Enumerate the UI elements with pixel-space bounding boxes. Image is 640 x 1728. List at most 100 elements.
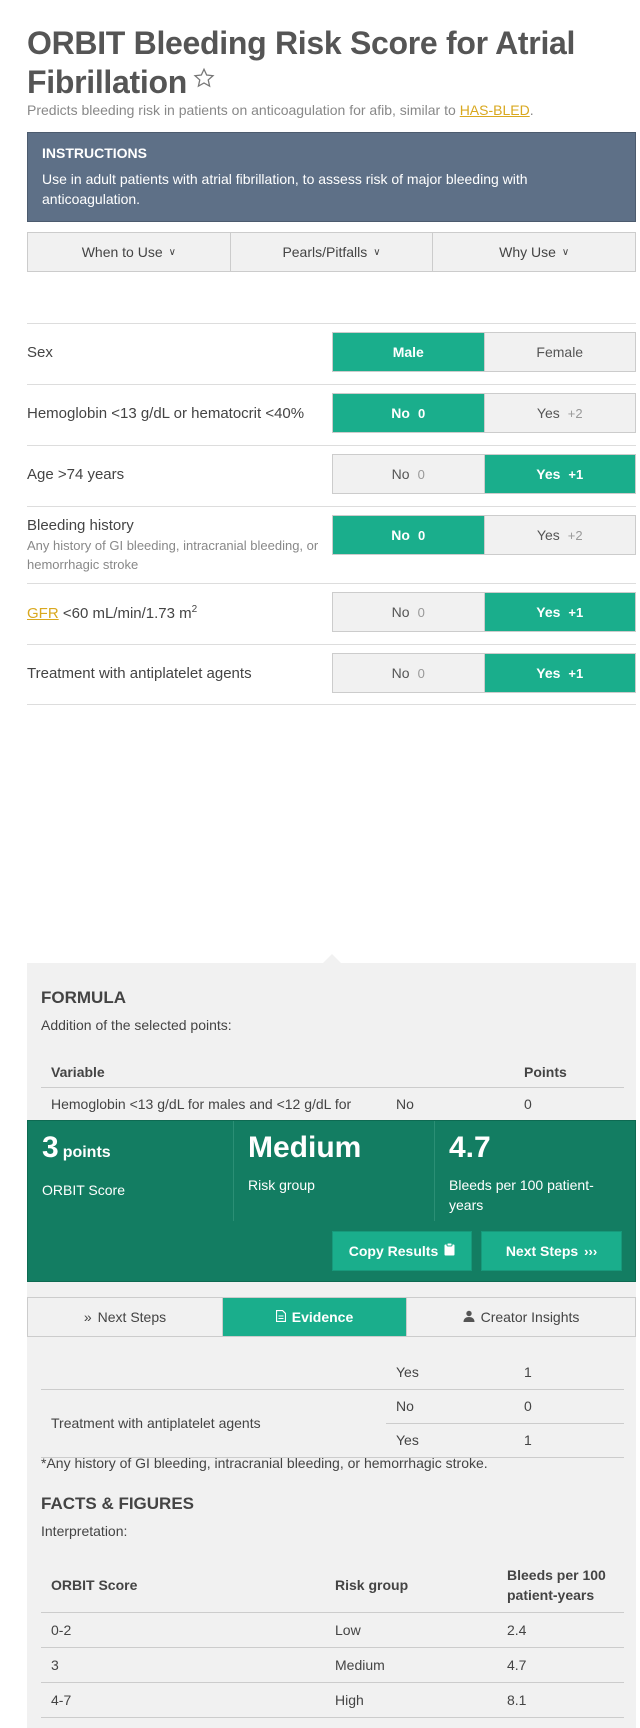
option-no[interactable]: No 0	[333, 593, 484, 631]
option-yes[interactable]: Yes +2	[483, 394, 635, 432]
col-answer	[386, 1057, 514, 1088]
gfr-link[interactable]: GFR	[27, 605, 59, 622]
option-no[interactable]: No 0	[333, 394, 484, 432]
divider	[27, 704, 636, 705]
option-no[interactable]: No 0	[333, 455, 484, 493]
instructions-panel: INSTRUCTIONS Use in adult patients with …	[27, 132, 636, 222]
formula-table: Variable Points Hemoglobin <13 g/dL for …	[41, 1057, 624, 1122]
col-orbit-score: ORBIT Score	[41, 1558, 325, 1613]
table-row: Hemoglobin <13 g/dL for males and <12 g/…	[41, 1087, 624, 1122]
option-points: +1	[568, 466, 584, 482]
option-points: 0	[417, 665, 425, 681]
superscript: 2	[191, 604, 198, 615]
facts-text: Interpretation:	[41, 1523, 128, 1539]
col-risk-group: Risk group	[325, 1558, 497, 1613]
antiplatelet-toggle: No 0 Yes +1	[332, 653, 636, 693]
table-row: 0-2 Low 2.4	[41, 1612, 624, 1648]
option-no[interactable]: No 0	[333, 516, 484, 554]
option-text: Female	[536, 344, 584, 360]
result-risk-value: Medium	[248, 1131, 362, 1164]
tab-label: Evidence	[291, 1309, 354, 1325]
result-bleeds-value: 4.7	[449, 1131, 491, 1164]
tab-pearls-pitfalls[interactable]: Pearls/Pitfalls ∨	[231, 233, 434, 271]
subtitle-text: Predicts bleeding risk in patients on an…	[27, 102, 460, 118]
option-male[interactable]: Male	[333, 333, 484, 371]
formula-heading: FORMULA	[41, 988, 126, 1007]
info-tabs: When to Use ∨ Pearls/Pitfalls ∨ Why Use ∨	[27, 232, 636, 272]
table-row: 3 Medium 4.7	[41, 1647, 624, 1683]
facts-heading: FACTS & FIGURES	[41, 1494, 195, 1513]
option-points: 0	[417, 604, 425, 620]
col-variable: Variable	[41, 1057, 386, 1088]
favorite-star-icon[interactable]	[193, 61, 215, 96]
option-points: 0	[417, 466, 425, 482]
tab-when-to-use[interactable]: When to Use ∨	[28, 233, 231, 271]
cell-bleeds: 2.4	[497, 1612, 624, 1648]
tab-label: When to Use	[81, 244, 163, 260]
cell-risk: Medium	[325, 1647, 497, 1683]
option-no[interactable]: No 0	[333, 654, 484, 692]
option-female[interactable]: Female	[483, 333, 635, 371]
input-label: Treatment with antiplatelet agents	[27, 665, 252, 682]
option-yes[interactable]: Yes +2	[483, 516, 635, 554]
result-bleeds-label: Bleeds per 100 patient-years	[449, 1177, 594, 1213]
table-header: ORBIT Score Risk group Bleeds per 100 pa…	[41, 1558, 624, 1613]
option-text: Male	[392, 344, 424, 360]
input-row-sex: Sex Male Female	[27, 323, 636, 384]
option-yes[interactable]: Yes +1	[483, 593, 635, 631]
page-title-text: ORBIT Bleeding Risk Score for Atrial Fib…	[27, 25, 576, 100]
score-unit: points	[62, 1144, 111, 1161]
page-subtitle: Predicts bleeding risk in patients on an…	[27, 102, 534, 118]
cell-score: 3	[41, 1647, 325, 1683]
option-yes[interactable]: Yes +1	[483, 455, 635, 493]
button-label: Next Steps	[505, 1243, 579, 1259]
cell-points: 1	[514, 1423, 624, 1458]
cell-score: 4-7	[41, 1682, 325, 1718]
input-label: GFR <60 mL/min/1.73 m2	[27, 604, 197, 622]
formula-text: Addition of the selected points:	[41, 1017, 232, 1033]
option-text: No	[391, 604, 410, 620]
tab-why-use[interactable]: Why Use ∨	[433, 233, 635, 271]
next-steps-button[interactable]: Next Steps ›››	[481, 1231, 622, 1271]
tab-creator-insights[interactable]: Creator Insights	[406, 1298, 635, 1336]
gfr-toggle: No 0 Yes +1	[332, 592, 636, 632]
cell-risk: High	[325, 1682, 497, 1718]
col-bleeds: Bleeds per 100 patient-years	[497, 1558, 624, 1613]
cell-variable: Hemoglobin <13 g/dL for males and <12 g/…	[41, 1087, 386, 1122]
bleeding-history-toggle: No 0 Yes +2	[332, 515, 636, 555]
table-header: Variable Points	[41, 1057, 624, 1088]
chevron-down-icon: ∨	[168, 246, 176, 258]
table-row: Treatment with antiplatelet agents No 0	[41, 1389, 624, 1458]
chevron-down-icon: ∨	[561, 246, 570, 258]
document-icon	[275, 1309, 286, 1325]
option-text: No	[391, 527, 410, 543]
has-bled-link[interactable]: HAS-BLED	[460, 102, 530, 118]
instructions-heading: INSTRUCTIONS	[42, 145, 147, 161]
result-score-value: 3 points	[42, 1129, 219, 1172]
input-label: Hemoglobin <13 g/dL or hematocrit <40%	[27, 405, 305, 422]
tab-next-steps[interactable]: » Next Steps	[28, 1298, 223, 1336]
option-points: 0	[417, 405, 426, 421]
table-row: Yes 1	[41, 1355, 624, 1390]
formula-table-continued: Yes 1 Treatment with antiplatelet agents…	[41, 1355, 624, 1458]
option-points: +1	[568, 665, 584, 681]
tab-label: Creator Insights	[480, 1309, 580, 1325]
option-yes[interactable]: Yes +1	[483, 654, 635, 692]
option-text: No	[391, 466, 410, 482]
tab-label: Next Steps	[97, 1309, 167, 1325]
interpretation-table: ORBIT Score Risk group Bleeds per 100 pa…	[41, 1558, 624, 1718]
input-label: Sex	[27, 344, 53, 361]
formula-footnote: *Any history of GI bleeding, intracrania…	[41, 1455, 488, 1471]
option-text: Yes	[536, 405, 560, 421]
result-risk: Medium Risk group	[233, 1121, 434, 1221]
page-title: ORBIT Bleeding Risk Score for Atrial Fib…	[27, 26, 617, 100]
option-text: Yes	[536, 665, 561, 681]
cell-score: 0-2	[41, 1612, 325, 1648]
instructions-body: Use in adult patients with atrial fibril…	[42, 171, 528, 207]
cell-points: 0	[514, 1087, 624, 1122]
sex-toggle: Male Female	[332, 332, 636, 372]
cell-bleeds: 4.7	[497, 1647, 624, 1683]
copy-results-button[interactable]: Copy Results	[332, 1231, 472, 1271]
result-bleeds: 4.7 Bleeds per 100 patient-years	[434, 1121, 636, 1221]
tab-evidence[interactable]: Evidence	[223, 1298, 406, 1336]
